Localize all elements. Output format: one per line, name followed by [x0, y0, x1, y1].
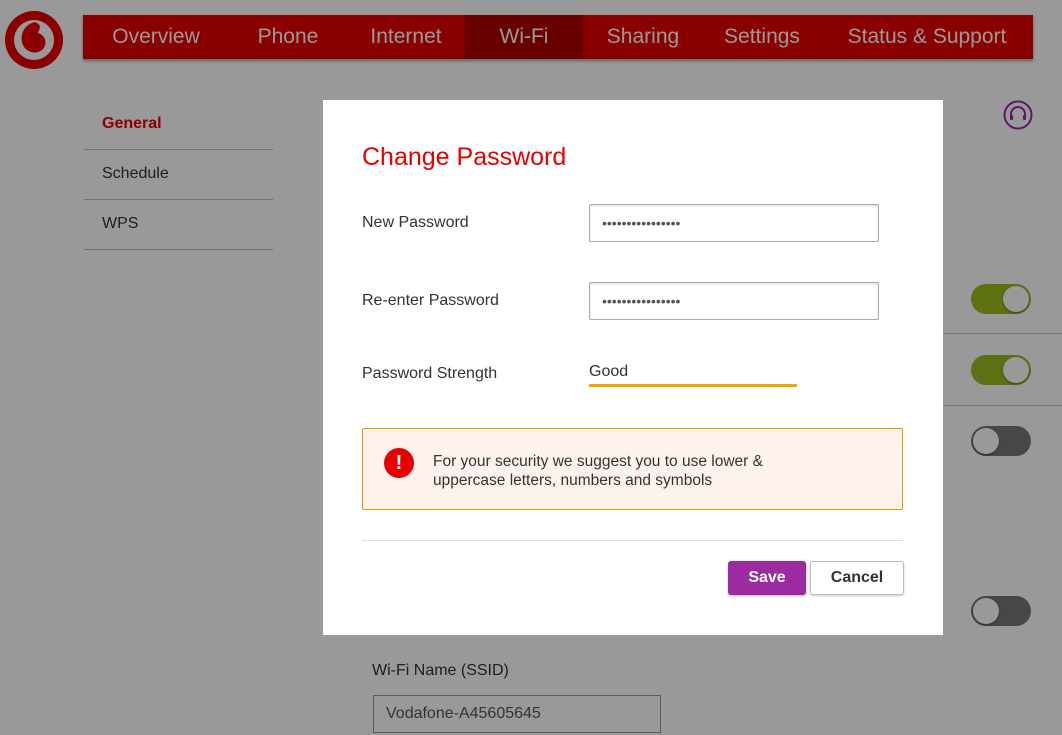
- cancel-button[interactable]: Cancel: [810, 561, 904, 595]
- password-strength-label: Password Strength: [362, 365, 498, 382]
- change-password-dialog: Change Password New Password Re-enter Pa…: [323, 100, 943, 635]
- reenter-password-input[interactable]: [589, 282, 879, 320]
- exclamation-icon: !: [384, 448, 414, 478]
- dialog-divider: [362, 540, 903, 541]
- alert-message: For your security we suggest you to use …: [433, 453, 763, 489]
- dialog-title: Change Password: [362, 143, 567, 171]
- new-password-input[interactable]: [589, 204, 879, 242]
- save-button[interactable]: Save: [728, 561, 806, 595]
- password-strength-value: Good: [589, 363, 629, 380]
- security-alert: ! For your security we suggest you to us…: [362, 428, 903, 510]
- reenter-password-label: Re-enter Password: [362, 292, 499, 309]
- password-strength-bar: [589, 384, 797, 387]
- new-password-label: New Password: [362, 214, 469, 231]
